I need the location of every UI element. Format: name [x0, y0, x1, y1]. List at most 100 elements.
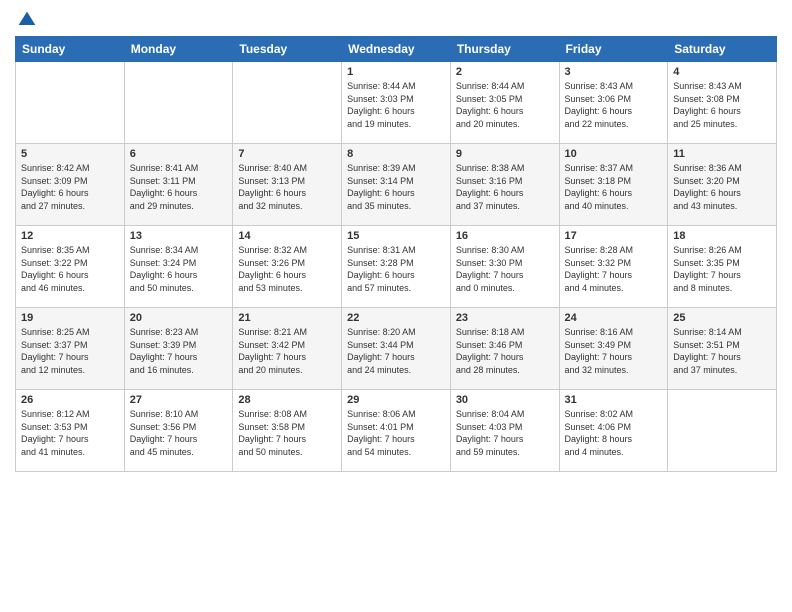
day-number: 23 — [456, 312, 554, 324]
day-number: 2 — [456, 66, 554, 78]
day-cell: 28 Sunrise: 8:08 AM Sunset: 3:58 PM Dayli… — [233, 390, 342, 472]
day-info: Sunrise: 8:16 AM Sunset: 3:49 PM Dayligh… — [565, 326, 663, 376]
day-cell — [668, 390, 777, 472]
day-info: Sunrise: 8:25 AM Sunset: 3:37 PM Dayligh… — [21, 326, 119, 376]
day-info: Sunrise: 8:12 AM Sunset: 3:53 PM Dayligh… — [21, 408, 119, 458]
day-number: 14 — [238, 230, 336, 242]
day-info: Sunrise: 8:44 AM Sunset: 3:03 PM Dayligh… — [347, 80, 445, 130]
logo — [15, 10, 37, 30]
logo-icon — [17, 10, 37, 30]
weekday-header-saturday: Saturday — [668, 37, 777, 62]
day-number: 1 — [347, 66, 445, 78]
day-number: 28 — [238, 394, 336, 406]
day-info: Sunrise: 8:06 AM Sunset: 4:01 PM Dayligh… — [347, 408, 445, 458]
weekday-header-friday: Friday — [559, 37, 668, 62]
day-number: 10 — [565, 148, 663, 160]
day-number: 25 — [673, 312, 771, 324]
weekday-header-row: SundayMondayTuesdayWednesdayThursdayFrid… — [16, 37, 777, 62]
day-number: 8 — [347, 148, 445, 160]
day-cell: 18Sunrise: 8:26 AM Sunset: 3:35 PM Dayli… — [668, 226, 777, 308]
day-cell: 23 Sunrise: 8:18 AM Sunset: 3:46 PM Dayli… — [450, 308, 559, 390]
day-number: 26 — [21, 394, 119, 406]
day-info: Sunrise: 8:04 AM Sunset: 4:03 PM Dayligh… — [456, 408, 554, 458]
day-number: 4 — [673, 66, 771, 78]
day-number: 6 — [130, 148, 228, 160]
day-cell: 31 Sunrise: 8:02 AM Sunset: 4:06 PM Dayli… — [559, 390, 668, 472]
day-cell: 2 Sunrise: 8:44 AM Sunset: 3:05 PM Daylig… — [450, 62, 559, 144]
weekday-header-monday: Monday — [124, 37, 233, 62]
day-cell: 30 Sunrise: 8:04 AM Sunset: 4:03 PM Dayli… — [450, 390, 559, 472]
weekday-header-wednesday: Wednesday — [342, 37, 451, 62]
day-number: 31 — [565, 394, 663, 406]
day-number: 17 — [565, 230, 663, 242]
day-cell — [124, 62, 233, 144]
day-number: 30 — [456, 394, 554, 406]
day-cell: 3 Sunrise: 8:43 AM Sunset: 3:06 PM Daylig… — [559, 62, 668, 144]
day-cell: 17 Sunrise: 8:28 AM Sunset: 3:32 PM Dayli… — [559, 226, 668, 308]
day-info: Sunrise: 8:23 AM Sunset: 3:39 PM Dayligh… — [130, 326, 228, 376]
day-cell: 5Sunrise: 8:42 AM Sunset: 3:09 PM Daylig… — [16, 144, 125, 226]
day-info: Sunrise: 8:14 AM Sunset: 3:51 PM Dayligh… — [673, 326, 771, 376]
day-cell: 27 Sunrise: 8:10 AM Sunset: 3:56 PM Dayli… — [124, 390, 233, 472]
day-number: 5 — [21, 148, 119, 160]
day-cell: 7 Sunrise: 8:40 AM Sunset: 3:13 PM Daylig… — [233, 144, 342, 226]
day-cell: 25 Sunrise: 8:14 AM Sunset: 3:51 PM Dayli… — [668, 308, 777, 390]
day-number: 24 — [565, 312, 663, 324]
day-info: Sunrise: 8:37 AM Sunset: 3:18 PM Dayligh… — [565, 162, 663, 212]
day-info: Sunrise: 8:38 AM Sunset: 3:16 PM Dayligh… — [456, 162, 554, 212]
day-info: Sunrise: 8:35 AM Sunset: 3:22 PM Dayligh… — [21, 244, 119, 294]
day-cell — [233, 62, 342, 144]
day-info: Sunrise: 8:34 AM Sunset: 3:24 PM Dayligh… — [130, 244, 228, 294]
day-cell: 12Sunrise: 8:35 AM Sunset: 3:22 PM Dayli… — [16, 226, 125, 308]
day-cell: 24 Sunrise: 8:16 AM Sunset: 3:49 PM Dayli… — [559, 308, 668, 390]
calendar-container: SundayMondayTuesdayWednesdayThursdayFrid… — [0, 0, 792, 482]
day-number: 3 — [565, 66, 663, 78]
day-number: 27 — [130, 394, 228, 406]
day-info: Sunrise: 8:40 AM Sunset: 3:13 PM Dayligh… — [238, 162, 336, 212]
day-cell: 15Sunrise: 8:31 AM Sunset: 3:28 PM Dayli… — [342, 226, 451, 308]
header — [15, 10, 777, 30]
weekday-header-tuesday: Tuesday — [233, 37, 342, 62]
day-info: Sunrise: 8:20 AM Sunset: 3:44 PM Dayligh… — [347, 326, 445, 376]
day-number: 20 — [130, 312, 228, 324]
day-info: Sunrise: 8:08 AM Sunset: 3:58 PM Dayligh… — [238, 408, 336, 458]
day-cell: 26 Sunrise: 8:12 AM Sunset: 3:53 PM Dayli… — [16, 390, 125, 472]
day-info: Sunrise: 8:18 AM Sunset: 3:46 PM Dayligh… — [456, 326, 554, 376]
week-row-3: 12Sunrise: 8:35 AM Sunset: 3:22 PM Dayli… — [16, 226, 777, 308]
day-cell: 22Sunrise: 8:20 AM Sunset: 3:44 PM Dayli… — [342, 308, 451, 390]
day-number: 11 — [673, 148, 771, 160]
week-row-2: 5Sunrise: 8:42 AM Sunset: 3:09 PM Daylig… — [16, 144, 777, 226]
day-info: Sunrise: 8:32 AM Sunset: 3:26 PM Dayligh… — [238, 244, 336, 294]
day-cell: 10 Sunrise: 8:37 AM Sunset: 3:18 PM Dayli… — [559, 144, 668, 226]
weekday-header-thursday: Thursday — [450, 37, 559, 62]
week-row-4: 19 Sunrise: 8:25 AM Sunset: 3:37 PM Dayli… — [16, 308, 777, 390]
day-number: 15 — [347, 230, 445, 242]
day-cell: 1 Sunrise: 8:44 AM Sunset: 3:03 PM Daylig… — [342, 62, 451, 144]
day-cell: 13Sunrise: 8:34 AM Sunset: 3:24 PM Dayli… — [124, 226, 233, 308]
day-cell: 20 Sunrise: 8:23 AM Sunset: 3:39 PM Dayli… — [124, 308, 233, 390]
day-cell: 29Sunrise: 8:06 AM Sunset: 4:01 PM Dayli… — [342, 390, 451, 472]
day-info: Sunrise: 8:43 AM Sunset: 3:06 PM Dayligh… — [565, 80, 663, 130]
day-info: Sunrise: 8:44 AM Sunset: 3:05 PM Dayligh… — [456, 80, 554, 130]
day-cell: 14 Sunrise: 8:32 AM Sunset: 3:26 PM Dayli… — [233, 226, 342, 308]
day-info: Sunrise: 8:36 AM Sunset: 3:20 PM Dayligh… — [673, 162, 771, 212]
day-cell: 6 Sunrise: 8:41 AM Sunset: 3:11 PM Daylig… — [124, 144, 233, 226]
day-cell: 16Sunrise: 8:30 AM Sunset: 3:30 PM Dayli… — [450, 226, 559, 308]
day-number: 9 — [456, 148, 554, 160]
day-info: Sunrise: 8:43 AM Sunset: 3:08 PM Dayligh… — [673, 80, 771, 130]
day-number: 7 — [238, 148, 336, 160]
calendar-table: SundayMondayTuesdayWednesdayThursdayFrid… — [15, 36, 777, 472]
day-number: 19 — [21, 312, 119, 324]
day-info: Sunrise: 8:02 AM Sunset: 4:06 PM Dayligh… — [565, 408, 663, 458]
day-info: Sunrise: 8:21 AM Sunset: 3:42 PM Dayligh… — [238, 326, 336, 376]
day-info: Sunrise: 8:41 AM Sunset: 3:11 PM Dayligh… — [130, 162, 228, 212]
day-info: Sunrise: 8:26 AM Sunset: 3:35 PM Dayligh… — [673, 244, 771, 294]
day-cell: 8 Sunrise: 8:39 AM Sunset: 3:14 PM Daylig… — [342, 144, 451, 226]
day-cell: 9 Sunrise: 8:38 AM Sunset: 3:16 PM Daylig… — [450, 144, 559, 226]
day-info: Sunrise: 8:28 AM Sunset: 3:32 PM Dayligh… — [565, 244, 663, 294]
day-cell: 4 Sunrise: 8:43 AM Sunset: 3:08 PM Daylig… — [668, 62, 777, 144]
weekday-header-sunday: Sunday — [16, 37, 125, 62]
day-info: Sunrise: 8:39 AM Sunset: 3:14 PM Dayligh… — [347, 162, 445, 212]
day-info: Sunrise: 8:10 AM Sunset: 3:56 PM Dayligh… — [130, 408, 228, 458]
week-row-1: 1 Sunrise: 8:44 AM Sunset: 3:03 PM Daylig… — [16, 62, 777, 144]
